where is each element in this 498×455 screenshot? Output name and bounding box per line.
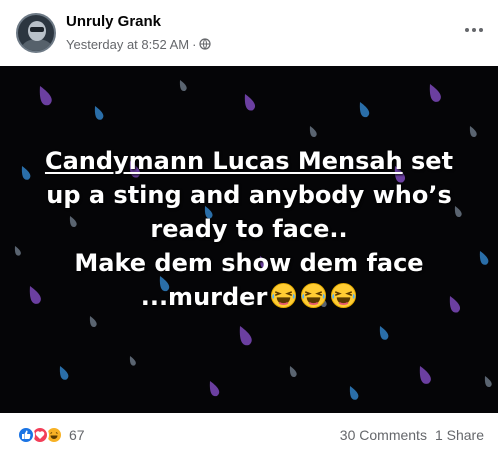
caption-line5: ...murder <box>140 283 268 311</box>
raindrop <box>129 356 136 366</box>
globe-icon <box>199 38 212 50</box>
raindrop <box>359 102 370 118</box>
laughing-face-icon <box>301 282 327 309</box>
like-icon <box>17 426 35 444</box>
post-stats: 30 Comments 1 Share <box>340 425 484 445</box>
raindrop <box>289 366 297 378</box>
raindrop <box>59 366 69 380</box>
post-image[interactable]: Candymann Lucas Mensah set up a sting an… <box>0 66 498 413</box>
raindrop <box>309 126 317 138</box>
meta-separator: · <box>192 36 197 52</box>
author-avatar[interactable] <box>16 13 56 53</box>
raindrop <box>239 326 252 346</box>
reaction-count: 67 <box>69 427 85 443</box>
raindrop <box>179 80 187 92</box>
raindrop <box>209 381 220 397</box>
shares-link[interactable]: 1 Share <box>435 427 484 443</box>
feed-post: Unruly Grank Yesterday at 8:52 AM · Cand… <box>0 0 498 455</box>
raindrop <box>94 106 104 120</box>
post-header: Unruly Grank Yesterday at 8:52 AM · <box>0 0 498 66</box>
author-name[interactable]: Unruly Grank <box>66 13 161 30</box>
caption-tagged-name: Candymann Lucas Mensah <box>44 147 403 175</box>
more-options-icon[interactable] <box>464 20 484 40</box>
reactions-summary[interactable]: 67 <box>17 425 85 445</box>
post-meta: Yesterday at 8:52 AM · <box>66 36 212 52</box>
raindrop <box>469 126 477 138</box>
caption-line4: Make dem show dem face <box>74 249 424 277</box>
caption-emojis <box>267 282 357 311</box>
raindrop <box>89 316 97 328</box>
comments-link[interactable]: 30 Comments <box>340 427 427 443</box>
post-footer: 67 30 Comments 1 Share <box>0 413 498 455</box>
raindrop <box>349 386 359 400</box>
raindrop <box>484 376 492 388</box>
laughing-face-icon <box>331 282 357 309</box>
raindrop <box>419 366 431 384</box>
raindrop <box>244 94 256 111</box>
image-caption: Candymann Lucas Mensah set up a sting an… <box>0 144 498 314</box>
caption-line1-rest: set <box>402 147 454 175</box>
post-timestamp[interactable]: Yesterday at 8:52 AM <box>66 37 189 52</box>
laughing-face-icon <box>271 282 297 309</box>
raindrop <box>39 86 52 106</box>
caption-line2: up a sting and anybody who’s <box>46 181 452 209</box>
raindrop <box>429 84 441 102</box>
raindrop <box>379 326 389 340</box>
caption-line3: ready to face.. <box>150 215 348 243</box>
